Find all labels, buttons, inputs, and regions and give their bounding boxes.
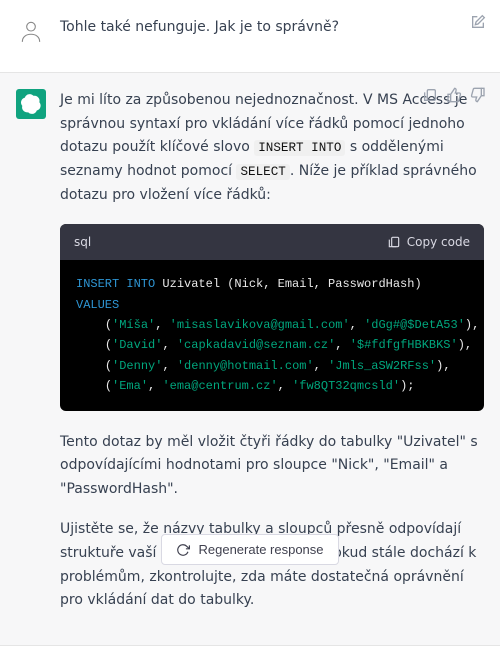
copy-code-label: Copy code (407, 232, 470, 252)
sql-string: '$#fdfgfHBKBKS' (350, 338, 458, 352)
sql-string: 'Jmls_aSW2RFss' (328, 359, 436, 373)
copy-code-button[interactable]: Copy code (387, 232, 470, 252)
sql-string: 'denny@hotmail.com' (177, 359, 314, 373)
thumbs-up-icon[interactable] (446, 87, 462, 103)
sql-string: 'misaslavikova@gmail.com' (170, 318, 350, 332)
user-message: Tohle také nefunguje. Jak je to správně? (0, 0, 500, 72)
sql-punc: , (465, 338, 472, 352)
sql-punc: , (443, 359, 450, 373)
thumbs-down-icon[interactable] (470, 87, 486, 103)
sql-punc: ; (407, 379, 414, 393)
refresh-icon (176, 543, 190, 557)
regenerate-button[interactable]: Regenerate response (161, 534, 338, 565)
user-avatar (16, 16, 46, 46)
sql-keyword: VALUES (76, 298, 119, 312)
sql-string: 'David' (112, 338, 162, 352)
inline-code: INSERT INTO (254, 140, 345, 156)
clipboard-icon (387, 235, 401, 249)
inline-code: SELECT (236, 164, 289, 180)
sql-string: 'Denny' (112, 359, 162, 373)
sql-ident: Uzivatel (Nick, Email, PasswordHash) (155, 277, 421, 291)
sql-string: 'capkadavid@seznam.cz' (177, 338, 335, 352)
sql-string: 'fw8QT32qmcsld' (292, 379, 400, 393)
regenerate-label: Regenerate response (198, 542, 323, 557)
assistant-avatar (16, 89, 46, 119)
assistant-intro: Je mi líto za způsobenou nejednoznačnost… (60, 89, 484, 208)
copy-icon[interactable] (422, 87, 438, 103)
user-text: Tohle také nefunguje. Jak je to správně? (60, 16, 484, 40)
sql-string: 'ema@centrum.cz' (162, 379, 277, 393)
sql-string: 'dGg#@$DetA53' (364, 318, 465, 332)
sql-keyword: INSERT INTO (76, 277, 155, 291)
sql-string: 'Míša' (112, 318, 155, 332)
sql-punc: , (472, 318, 479, 332)
assistant-paragraph: Tento dotaz by měl vložit čtyři řádky do… (60, 431, 484, 502)
code-content: INSERT INTO Uzivatel (Nick, Email, Passw… (60, 260, 484, 410)
assistant-paragraph: Ujistěte se, že názvy tabulky a sloupců … (60, 518, 484, 613)
sql-string: 'Ema' (112, 379, 148, 393)
edit-icon[interactable] (470, 14, 486, 30)
code-lang: sql (74, 232, 91, 252)
code-block: sql Copy code INSERT INTO Uzivatel (Nick… (60, 224, 484, 411)
